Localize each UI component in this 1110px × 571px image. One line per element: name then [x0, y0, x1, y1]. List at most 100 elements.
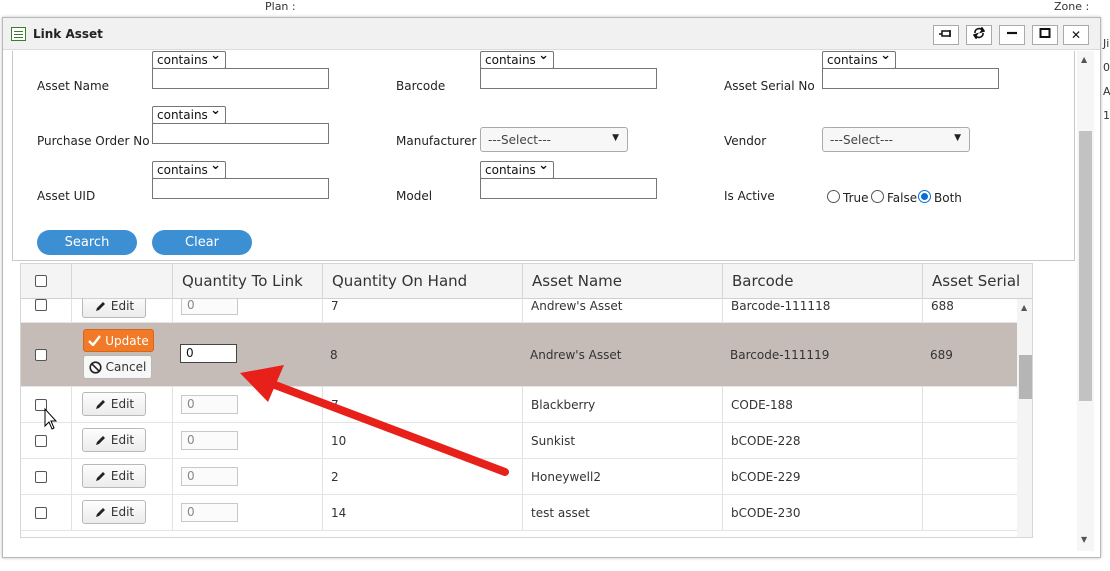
is-active-both-label[interactable]: Both — [934, 191, 962, 205]
background-plan-label: Plan : — [265, 0, 296, 13]
asset-uid-label: Asset UID — [37, 189, 96, 203]
asset-name-cell: Andrew's Asset — [530, 347, 622, 362]
qty-to-link-input[interactable]: 0 — [181, 299, 238, 315]
maximize-icon[interactable] — [1032, 25, 1058, 45]
asset-name-input[interactable] — [152, 68, 329, 89]
grid-vertical-scrollbar[interactable]: ▲ — [1017, 299, 1032, 537]
header-asset-serial[interactable]: Asset Serial — [922, 264, 1032, 299]
header-barcode[interactable]: Barcode — [722, 264, 922, 299]
asset-uid-operator-select[interactable]: contains — [152, 158, 226, 179]
is-active-true-radio[interactable] — [827, 190, 840, 203]
qty-on-hand-cell: 7 — [322, 299, 522, 322]
vendor-select[interactable]: ---Select--- — [822, 127, 970, 152]
header-quantity-to-link[interactable]: Quantity To Link — [172, 264, 322, 299]
is-active-false-label[interactable]: False — [887, 191, 917, 205]
is-active-false-radio[interactable] — [871, 190, 884, 203]
table-row: Edit 0 14 test asset bCODE-230 — [21, 495, 1032, 531]
edit-button[interactable]: Edit — [82, 464, 146, 488]
is-active-radio-group: True False Both — [827, 190, 987, 206]
pencil-icon — [95, 435, 105, 445]
model-operator-select[interactable]: contains — [480, 158, 554, 179]
close-icon[interactable]: ✕ — [1063, 25, 1089, 45]
barcode-cell: bCODE-230 — [722, 495, 922, 530]
asset-name-operator-select[interactable]: contains — [152, 48, 226, 69]
barcode-operator-select[interactable]: contains — [480, 48, 554, 69]
model-input[interactable] — [480, 178, 657, 199]
asset-serial-no-operator-select[interactable]: contains — [822, 48, 896, 69]
edit-button[interactable]: Edit — [82, 500, 146, 524]
barcode-cell: bCODE-228 — [722, 423, 922, 458]
form-icon — [11, 27, 26, 41]
dialog-scrollbar-thumb[interactable] — [1079, 131, 1092, 401]
qty-to-link-input[interactable]: 0 — [181, 431, 238, 450]
table-row: Edit 0 2 Honeywell2 bCODE-229 — [21, 459, 1032, 495]
edit-button[interactable]: Edit — [82, 428, 146, 452]
row-checkbox[interactable] — [35, 299, 47, 311]
purchase-order-no-input[interactable] — [152, 123, 329, 144]
grid-scrollbar-thumb[interactable] — [1019, 355, 1032, 399]
pencil-icon — [95, 399, 105, 409]
qty-to-link-input[interactable]: 0 — [181, 395, 238, 414]
edit-button[interactable]: Edit — [82, 299, 146, 318]
qty-on-hand-cell: 7 — [322, 387, 522, 422]
asset-serial-no-label: Asset Serial No — [724, 79, 815, 93]
refresh-icon[interactable] — [966, 25, 992, 45]
search-button[interactable]: Search — [37, 230, 137, 255]
background-char-4: 1 — [1103, 109, 1110, 122]
row-checkbox[interactable] — [35, 435, 47, 447]
scroll-down-arrow-icon[interactable]: ▼ — [1081, 535, 1087, 544]
row-checkbox[interactable] — [35, 507, 47, 519]
qty-to-link-cell: 0 — [172, 299, 322, 322]
barcode-cell: Barcode-111119 — [730, 347, 830, 362]
qty-to-link-input[interactable]: 0 — [181, 503, 238, 522]
grid-scroll-up-arrow-icon[interactable]: ▲ — [1021, 303, 1027, 312]
barcode-cell: bCODE-229 — [722, 459, 922, 494]
pencil-icon — [95, 471, 105, 481]
update-button[interactable]: Update — [83, 329, 154, 352]
background-char-3: A — [1103, 85, 1110, 98]
edit-label: Edit — [110, 397, 135, 411]
minimize-icon[interactable] — [999, 25, 1025, 45]
is-active-both-radio[interactable] — [918, 190, 931, 203]
purchase-order-no-label: Purchase Order No — [37, 134, 150, 148]
asset-name-cell: Honeywell2 — [522, 459, 722, 494]
row-checkbox[interactable] — [35, 349, 47, 361]
edit-button[interactable]: Edit — [82, 392, 146, 416]
qty-to-link-input[interactable]: 0 — [181, 467, 238, 486]
serial-cell: 689 — [930, 347, 953, 362]
background-zone-label: Zone : — [1054, 0, 1090, 13]
select-all-checkbox[interactable] — [35, 275, 47, 287]
pencil-icon — [95, 507, 105, 517]
header-quantity-on-hand[interactable]: Quantity On Hand — [322, 264, 522, 299]
dialog-titlebar[interactable]: Link Asset ✕ — [3, 18, 1100, 50]
dialog-title: Link Asset — [33, 27, 103, 41]
asset-uid-input[interactable] — [152, 178, 329, 199]
manufacturer-select[interactable]: ---Select--- — [480, 127, 628, 152]
is-active-label: Is Active — [724, 189, 775, 203]
header-asset-name[interactable]: Asset Name — [522, 264, 722, 299]
scroll-up-arrow-icon[interactable]: ▲ — [1081, 55, 1087, 64]
edit-label: Edit — [110, 469, 135, 483]
asset-name-cell: Blackberry — [522, 387, 722, 422]
model-label: Model — [396, 189, 433, 203]
purchase-order-no-operator-select[interactable]: contains — [152, 103, 226, 124]
barcode-label: Barcode — [396, 79, 446, 93]
barcode-input[interactable] — [480, 68, 657, 89]
actions-cell: Edit — [71, 387, 172, 422]
asset-serial-no-input[interactable] — [822, 68, 999, 89]
table-row-editing: Update Cancel 0 8 Andrew's Asset Barcode… — [21, 323, 1032, 387]
table-row: Edit 0 7 Andrew's Asset Barcode-111118 6… — [21, 299, 1032, 323]
row-checkbox[interactable] — [35, 471, 47, 483]
asset-grid: Quantity To Link Quantity On Hand Asset … — [20, 263, 1033, 538]
vendor-label: Vendor — [724, 134, 767, 148]
qty-to-link-cell: 0 — [172, 423, 322, 458]
background-char-1: Ji — [1103, 37, 1110, 50]
row-checkbox[interactable] — [35, 399, 47, 411]
clear-button[interactable]: Clear — [152, 230, 252, 255]
pin-icon[interactable] — [933, 25, 959, 45]
qty-to-link-input-active[interactable]: 0 — [180, 344, 237, 363]
dialog-vertical-scrollbar[interactable]: ▲ ▼ — [1077, 51, 1094, 551]
is-active-true-label[interactable]: True — [843, 191, 869, 205]
cancel-button[interactable]: Cancel — [83, 355, 152, 379]
edit-label: Edit — [110, 299, 135, 313]
